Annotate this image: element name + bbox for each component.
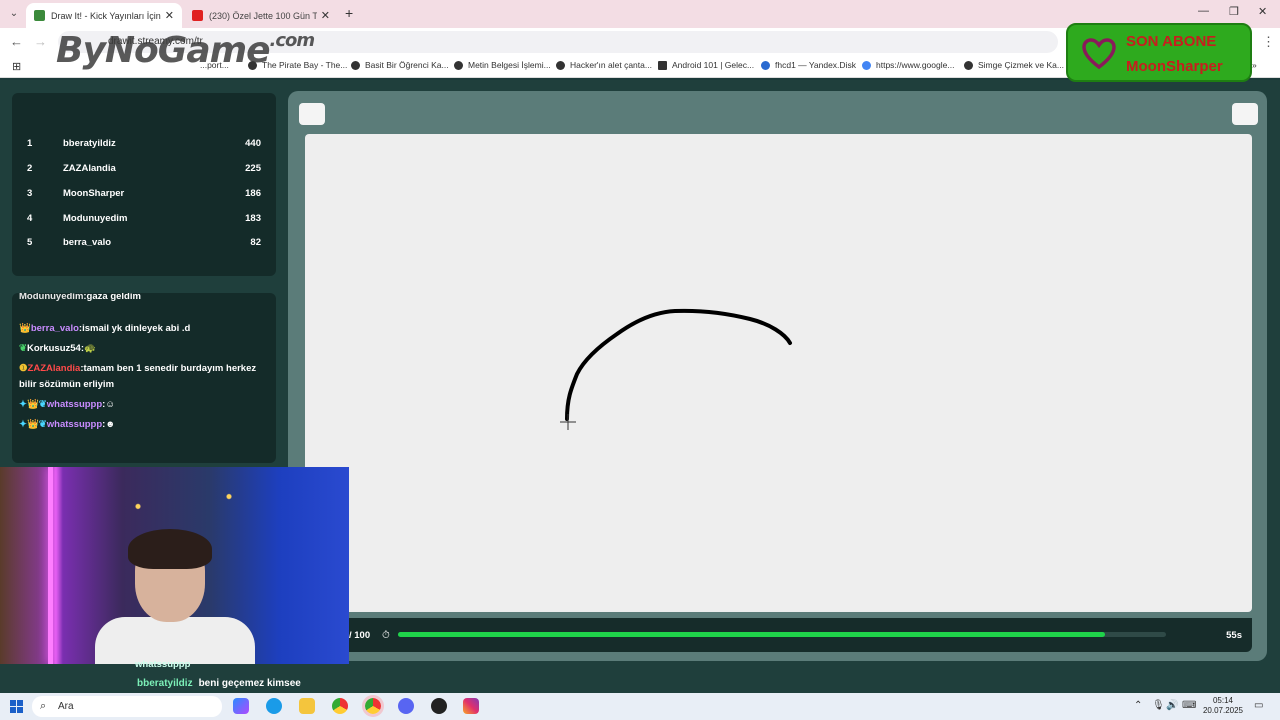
forward-arrow-icon[interactable]: → bbox=[34, 34, 47, 49]
timer-icon: ⏱ bbox=[382, 630, 390, 641]
back-arrow-icon[interactable]: ← bbox=[10, 34, 23, 49]
turtle-icon bbox=[34, 10, 45, 21]
microphone-icon[interactable]: 🎙 bbox=[1152, 700, 1165, 711]
chrome-active-icon[interactable] bbox=[362, 695, 384, 717]
drawing-stroke bbox=[560, 308, 792, 430]
bookmark-icon bbox=[658, 60, 667, 70]
keyboard-icon[interactable]: ⌨ bbox=[1182, 700, 1196, 711]
crown-icon: 👑 bbox=[19, 323, 31, 334]
leaderboard-row: 2 ZAZAlandia 225 bbox=[27, 163, 261, 174]
chat-username: Modunuyedim bbox=[19, 293, 84, 302]
badge-icon: ❦ bbox=[19, 343, 27, 354]
chat-username: ZAZAlandia bbox=[27, 363, 81, 374]
leaderboard-row: 1 bberatyildiz 440 bbox=[27, 138, 261, 149]
leaderboard-row: 3 MoonSharper 186 bbox=[27, 188, 261, 199]
badge-icon: ✦👑❦ bbox=[19, 419, 47, 430]
time-left: 55s bbox=[1226, 630, 1242, 641]
youtube-icon bbox=[192, 10, 203, 21]
subscriber-name: MoonSharper bbox=[1126, 58, 1223, 75]
bookmark-item[interactable]: https://www.google... bbox=[862, 60, 954, 70]
tab-search-icon[interactable]: ⌄ bbox=[6, 6, 22, 22]
last-subscriber-box: SON ABONE MoonSharper bbox=[1066, 23, 1252, 82]
new-tab-button[interactable]: + bbox=[345, 5, 353, 21]
bookmark-icon bbox=[454, 60, 463, 70]
more-menu-icon[interactable]: ⋮ bbox=[1262, 34, 1275, 50]
taskbar-search[interactable]: ⌕ Ara bbox=[32, 696, 222, 717]
bookmark-item[interactable]: Metin Belgesi İşlemi... bbox=[454, 60, 551, 70]
tab-youtube[interactable]: (230) Özel Jette 100 Gün Tutsak ✕ bbox=[184, 3, 338, 28]
leaderboard: 1 bberatyildiz 440 2 ZAZAlandia 225 3 MoonSha… bbox=[12, 93, 276, 276]
clock[interactable]: 05:14 20.07.2025 bbox=[1200, 696, 1246, 716]
progress-bar bbox=[398, 632, 1166, 637]
bookmark-item[interactable]: Hacker'ın alet çanta... bbox=[556, 60, 652, 70]
minimize-button[interactable]: — bbox=[1198, 5, 1209, 17]
chat-username: Korkusuz54 bbox=[26, 343, 81, 354]
discord-icon[interactable] bbox=[398, 698, 414, 714]
leaderboard-row: 5 berra_valo 82 bbox=[27, 237, 261, 248]
instagram-icon[interactable] bbox=[463, 698, 479, 714]
tray-chevron-icon[interactable]: ⌃ bbox=[1134, 700, 1142, 711]
overlay-chat-message: bberatyildiz beni geçemez kimsee bbox=[137, 678, 301, 689]
badge-icon: ❶ bbox=[19, 363, 28, 374]
crosshair-cursor-icon bbox=[560, 414, 576, 430]
streamer-hair bbox=[128, 529, 212, 569]
bookmark-item[interactable]: fhcd1 — Yandex.Disk bbox=[761, 60, 856, 70]
bookmark-icon bbox=[351, 60, 360, 70]
chrome-icon[interactable] bbox=[332, 698, 348, 714]
tab-title: (230) Özel Jette 100 Gün Tutsak bbox=[209, 10, 317, 21]
chat-message: ✦👑❦whatssuppp:☺ bbox=[19, 399, 116, 410]
obs-icon[interactable] bbox=[431, 698, 447, 714]
streamer-body bbox=[95, 617, 255, 664]
neon-light bbox=[48, 467, 53, 664]
chat-message: ❶ZAZAlandia:tamam ben 1 senedir burdayım… bbox=[19, 363, 257, 390]
chat-message: ❦Korkusuz54:🐢 bbox=[19, 343, 96, 354]
tool-button-left[interactable] bbox=[299, 103, 325, 125]
bookmark-item[interactable]: Simge Çizmek ve Ka... bbox=[964, 60, 1064, 70]
progress-row: / 100 ⏱ 55s bbox=[305, 618, 1252, 652]
badge-icon: ✦👑❦ bbox=[19, 399, 47, 410]
more-bookmarks-icon[interactable]: » bbox=[1252, 60, 1257, 70]
watermark-logo: ByNoGame.com bbox=[56, 30, 315, 71]
chat-username: bberatyildiz bbox=[137, 678, 193, 689]
tab-draw-it[interactable]: Draw It! - Kick Yayınları İçin Çiz ✕ bbox=[26, 3, 182, 28]
webcam-overlay bbox=[0, 467, 349, 664]
apps-grid-icon[interactable]: ⊞ bbox=[12, 60, 21, 73]
windows-taskbar: ⌕ Ara ⌃ 🎙 🔊 ⌨ 05:14 20.07.2025 ▭ bbox=[0, 693, 1280, 720]
leaderboard-row: 4 Modunuyedim 183 bbox=[27, 213, 261, 224]
chat-panel: Modunuyedim:gaza geldim 👑berra_valo:isma… bbox=[12, 293, 276, 463]
close-window-button[interactable]: ✕ bbox=[1258, 5, 1267, 18]
copilot-icon[interactable] bbox=[233, 698, 249, 714]
tab-title: Draw It! - Kick Yayınları İçin Çiz bbox=[51, 10, 161, 21]
maximize-button[interactable]: ❐ bbox=[1229, 5, 1239, 18]
overlay-chat-faded: whatssuppp bbox=[135, 659, 191, 670]
windows-start-icon[interactable] bbox=[10, 700, 23, 713]
notification-icon[interactable]: ▭ bbox=[1254, 700, 1263, 711]
chat-message: 👑berra_valo:ismail yk dinleyek abi .d bbox=[19, 323, 191, 334]
drawing-board: / 100 ⏱ 55s bbox=[288, 91, 1267, 661]
round-counter: / 100 bbox=[349, 630, 371, 641]
word-hint: herkez bilir bbox=[349, 524, 398, 535]
bookmark-item[interactable]: Android 101 | Gelec... bbox=[658, 60, 754, 70]
drawing-canvas[interactable] bbox=[305, 134, 1252, 612]
tool-button-right[interactable] bbox=[1232, 103, 1258, 125]
bookmark-icon bbox=[761, 60, 770, 70]
speaker-icon[interactable]: 🔊 bbox=[1166, 700, 1178, 711]
chat-message: ✦👑❦whatssuppp:☻ bbox=[19, 419, 116, 430]
search-icon: ⌕ bbox=[40, 700, 47, 712]
chat-username: berra_valo bbox=[30, 323, 79, 334]
bookmark-icon bbox=[964, 60, 973, 70]
close-icon[interactable]: ✕ bbox=[165, 9, 174, 22]
subscriber-label: SON ABONE bbox=[1126, 33, 1217, 50]
chat-username: whatssuppp bbox=[46, 399, 103, 410]
heart-icon bbox=[1082, 38, 1116, 70]
progress-fill bbox=[398, 632, 1105, 637]
google-icon bbox=[862, 60, 871, 70]
close-icon[interactable]: ✕ bbox=[321, 9, 330, 22]
bookmark-icon bbox=[556, 60, 565, 70]
chat-message: Modunuyedim:gaza geldim bbox=[19, 293, 141, 302]
file-explorer-icon[interactable] bbox=[299, 698, 315, 714]
bookmark-item[interactable]: Basit Bir Öğrenci Ka... bbox=[351, 60, 449, 70]
edge-icon[interactable] bbox=[266, 698, 282, 714]
chat-username: whatssuppp bbox=[46, 419, 103, 430]
